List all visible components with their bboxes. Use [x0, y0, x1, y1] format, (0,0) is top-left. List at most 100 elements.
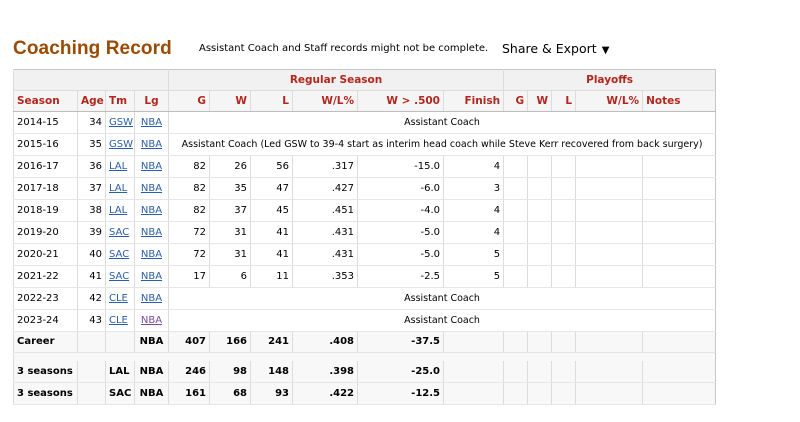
coaching-record-table: Regular Season Playoffs Season Age Tm Lg… [12, 69, 717, 405]
team-summary-row: 3 seasons SAC NBA 161 68 93 .422 -12.5 [13, 382, 716, 405]
table-row: 2016-17 36 LAL NBA 82 26 56 .317 -15.0 4 [13, 155, 716, 178]
playoff-losses-cell [551, 155, 576, 178]
team-summary-row: 3 seasons LAL NBA 246 98 148 .398 -25.0 [13, 361, 716, 383]
table-row: 2014-15 34 GSW NBA Assistant Coach [13, 111, 716, 134]
col-header-games[interactable]: G [168, 90, 210, 112]
col-header-notes[interactable]: Notes [642, 90, 716, 112]
team-link[interactable]: LAL [109, 205, 127, 216]
col-header-season[interactable]: Season [13, 90, 78, 112]
spacer-row [12, 352, 716, 361]
season-cell: 2022-23 [13, 287, 78, 310]
share-export-button[interactable]: Share & Export ▼ [502, 41, 609, 56]
wins-cell: 35 [209, 177, 251, 200]
col-header-age[interactable]: Age [77, 90, 106, 112]
league-link[interactable]: NBA [141, 227, 162, 238]
col-header-team[interactable]: Tm [105, 90, 135, 112]
season-cell: 2017-18 [13, 177, 78, 200]
career-label: Career [13, 331, 78, 353]
team-link[interactable]: CLE [109, 293, 128, 304]
losses-cell: 47 [250, 177, 293, 200]
col-header-finish[interactable]: Finish [442, 90, 504, 112]
empty-cell [642, 331, 716, 353]
playoff-wins-cell [527, 199, 552, 222]
season-cell: 2019-20 [13, 221, 78, 244]
playoff-win-pct-cell [575, 177, 643, 200]
empty-cell [77, 361, 106, 383]
team-link[interactable]: SAC [109, 271, 129, 282]
notes-cell [642, 155, 716, 178]
col-header-wins[interactable]: W [209, 90, 251, 112]
league-link[interactable]: NBA [141, 161, 162, 172]
age-cell: 36 [77, 155, 106, 178]
season-cell: 2016-17 [13, 155, 78, 178]
empty-cell [642, 361, 716, 383]
playoff-losses-cell [551, 221, 576, 244]
empty-cell [575, 382, 643, 405]
career-losses: 241 [250, 331, 293, 353]
col-header-playoff-games[interactable]: G [503, 90, 528, 112]
league-link[interactable]: NBA [141, 205, 162, 216]
games-cell: 17 [168, 265, 210, 288]
age-cell: 35 [77, 133, 106, 156]
team-link[interactable]: LAL [109, 161, 127, 172]
playoff-games-cell [503, 155, 528, 178]
playoff-win-pct-cell [575, 199, 643, 222]
finish-cell: 4 [442, 155, 504, 178]
losses-cell: 11 [250, 265, 293, 288]
col-header-losses[interactable]: L [250, 90, 293, 112]
summary-team: LAL [105, 361, 135, 383]
col-header-playoff-wins[interactable]: W [527, 90, 552, 112]
empty-cell [442, 331, 504, 353]
wins-cell: 31 [209, 243, 251, 266]
spacer-cell [12, 352, 716, 361]
col-header-playoff-losses[interactable]: L [551, 90, 576, 112]
empty-cell [442, 361, 504, 383]
team-link[interactable]: GSW [109, 139, 133, 150]
summary-games: 161 [168, 382, 210, 405]
team-link[interactable]: CLE [109, 315, 128, 326]
empty-cell [575, 361, 643, 383]
wins-cell: 26 [209, 155, 251, 178]
col-header-league[interactable]: Lg [134, 90, 169, 112]
league-link[interactable]: NBA [141, 315, 162, 326]
col-header-playoff-win-pct[interactable]: W/L% [575, 90, 643, 112]
group-header-playoffs: Playoffs [503, 69, 716, 91]
age-cell: 38 [77, 199, 106, 222]
season-cell: 2014-15 [13, 111, 78, 134]
playoff-games-cell [503, 221, 528, 244]
playoff-losses-cell [551, 177, 576, 200]
league-link[interactable]: NBA [141, 183, 162, 194]
summary-losses: 148 [250, 361, 293, 383]
table-row: 2021-22 41 SAC NBA 17 6 11 .353 -2.5 5 [13, 265, 716, 288]
empty-cell [442, 382, 504, 405]
empty-cell [575, 331, 643, 353]
league-link[interactable]: NBA [141, 293, 162, 304]
summary-wins: 68 [209, 382, 251, 405]
playoff-games-cell [503, 177, 528, 200]
team-link[interactable]: SAC [109, 227, 129, 238]
column-header-row: Season Age Tm Lg G W L W/L% W > .500 Fin… [13, 90, 716, 112]
team-link[interactable]: SAC [109, 249, 129, 260]
table-row: 2020-21 40 SAC NBA 72 31 41 .431 -5.0 5 [13, 243, 716, 266]
career-win-pct: .408 [292, 331, 358, 353]
league-link[interactable]: NBA [141, 271, 162, 282]
league-link[interactable]: NBA [141, 139, 162, 150]
team-link[interactable]: GSW [109, 117, 133, 128]
col-header-win-pct[interactable]: W/L% [292, 90, 358, 112]
losses-cell: 41 [250, 243, 293, 266]
table-row: 2015-16 35 GSW NBA Assistant Coach (Led … [13, 133, 716, 156]
team-link[interactable]: LAL [109, 183, 127, 194]
col-header-w-over-500[interactable]: W > .500 [357, 90, 444, 112]
notes-cell [642, 177, 716, 200]
playoff-win-pct-cell [575, 265, 643, 288]
playoff-win-pct-cell [575, 243, 643, 266]
summary-wins: 98 [209, 361, 251, 383]
records-note: Assistant Coach and Staff records might … [199, 43, 489, 54]
playoff-games-cell [503, 265, 528, 288]
losses-cell: 56 [250, 155, 293, 178]
share-export-label: Share & Export [502, 41, 597, 56]
table-row: 2019-20 39 SAC NBA 72 31 41 .431 -5.0 4 [13, 221, 716, 244]
season-cell: 2015-16 [13, 133, 78, 156]
league-link[interactable]: NBA [141, 249, 162, 260]
league-link[interactable]: NBA [141, 117, 162, 128]
